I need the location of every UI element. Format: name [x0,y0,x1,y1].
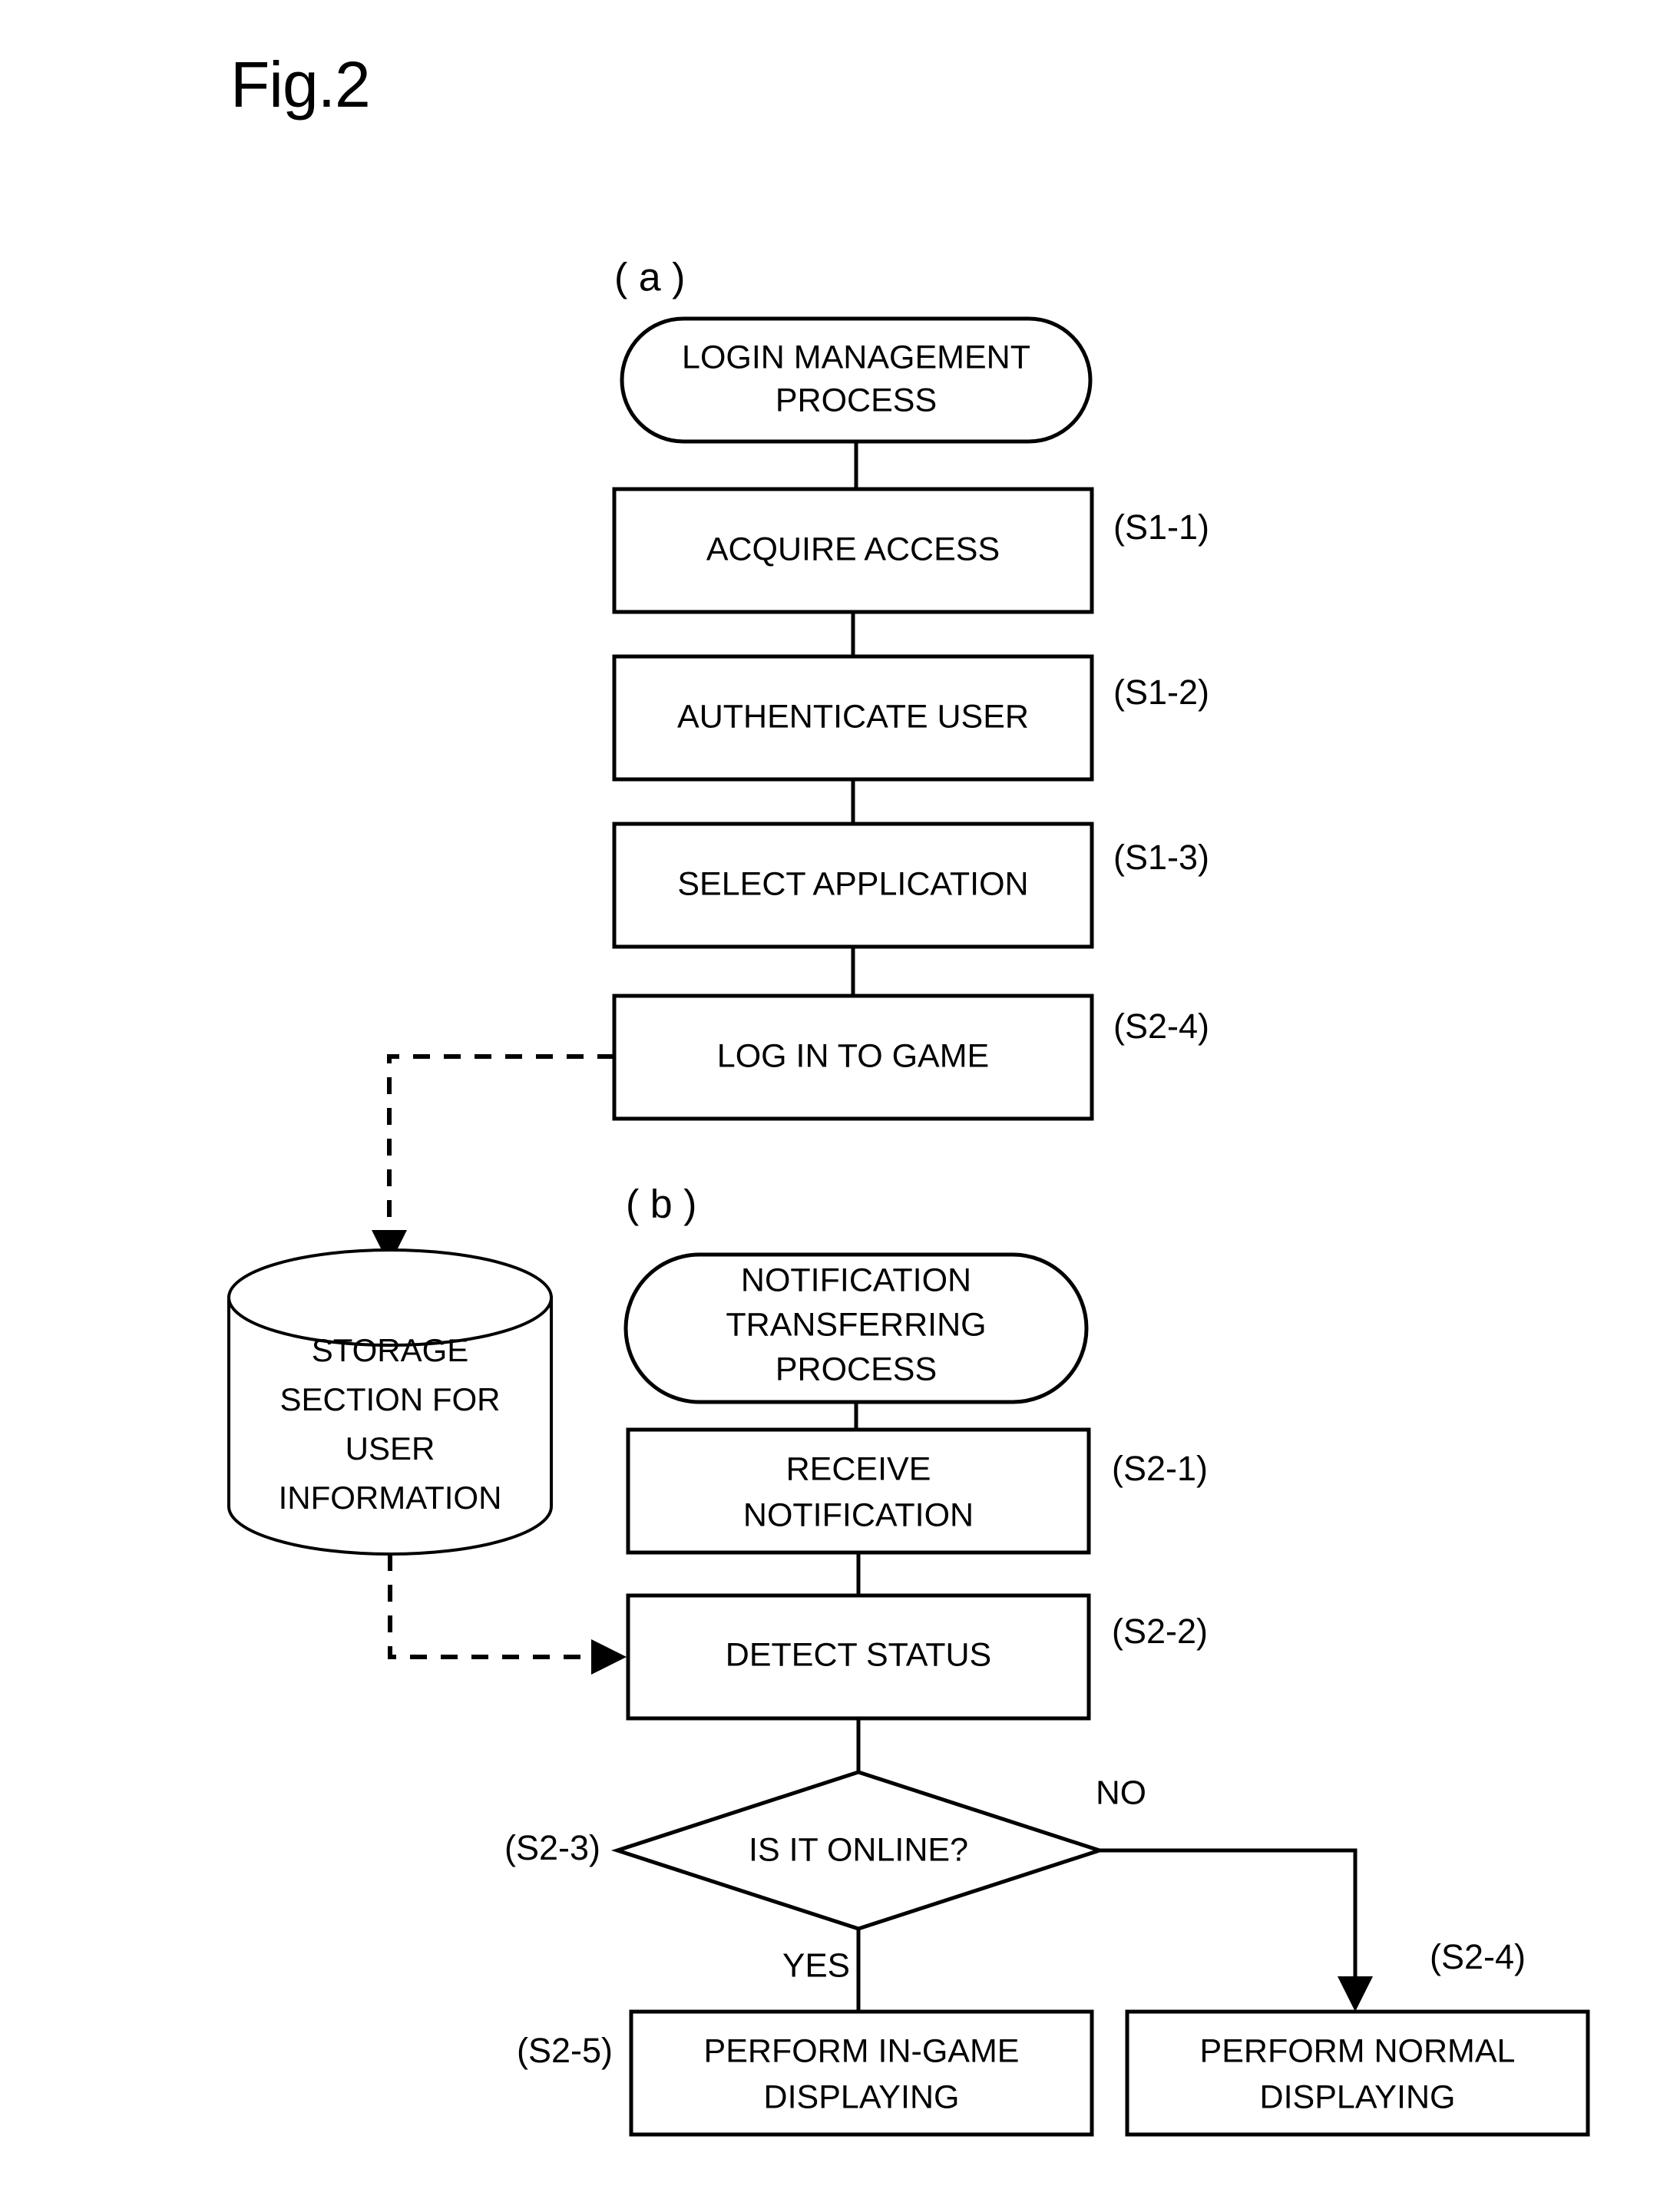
process-box-receive-notification [626,1427,1091,1555]
process-label-receive-notification-line1: RECEIVE [786,1450,931,1487]
branch-label-yes: YES [782,1947,850,1985]
dashed-link-storage-to-detect-status [388,1554,607,1659]
step-tag-s2-5: (S2-5) [517,2031,613,2070]
datastore-label-line3: USER [346,1430,435,1467]
datastore-label-line2: SECTION FOR [279,1381,500,1417]
step-tag-s2-2: (S2-2) [1112,1612,1208,1651]
terminator-notification-line1: NOTIFICATION [741,1262,971,1298]
flowchart-svg: ( a ) LOGIN MANAGEMENT PROCESS ACQUIRE A… [227,256,1590,2137]
connector-no-branch [1100,1848,1358,1990]
terminator-login-management-line2: PROCESS [776,382,937,418]
datastore-cylinder-top [227,1248,553,1347]
step-tag-s2-4-login: (S2-4) [1113,1007,1209,1046]
terminator-login-management-process [620,316,1093,444]
process-label-receive-notification-line2: NOTIFICATION [743,1496,974,1533]
step-tag-s1-2: (S1-2) [1113,673,1209,712]
arrowhead-storage-to-detect-status [591,1639,627,1675]
step-tag-s2-1: (S2-1) [1112,1449,1208,1488]
process-label-detect-status: DETECT STATUS [726,1636,991,1673]
step-tag-s1-1: (S1-1) [1113,508,1209,547]
process-label-perform-in-game-line1: PERFORM IN-GAME [704,2032,1020,2069]
dashed-link-login-to-storage [387,1054,614,1245]
process-box-perform-in-game-displaying [629,2009,1094,2137]
process-label-authenticate-user: AUTHENTICATE USER [677,698,1029,735]
terminator-login-management-line1: LOGIN MANAGEMENT [682,339,1030,375]
patent-figure: Fig.2 ( a ) LOGIN MANAGEMENT PROCESS ACQ… [0,0,1680,2199]
process-label-perform-in-game-line2: DISPLAYING [764,2078,960,2115]
section-a-tag: ( a ) [614,256,685,300]
arrowhead-no-branch [1338,1976,1373,2012]
step-tag-s2-4-normal: (S2-4) [1430,1937,1526,1976]
process-label-log-in-to-game: LOG IN TO GAME [717,1037,989,1074]
process-label-select-application: SELECT APPLICATION [677,865,1028,902]
process-label-acquire-access: ACQUIRE ACCESS [706,531,1000,567]
section-b-tag: ( b ) [626,1182,696,1227]
process-label-perform-normal-line1: PERFORM NORMAL [1200,2032,1516,2069]
branch-label-no: NO [1096,1774,1146,1812]
decision-label-is-it-online: IS IT ONLINE? [749,1831,968,1868]
datastore-label-line1: STORAGE [312,1332,469,1368]
terminator-notification-line3: PROCESS [776,1351,937,1387]
step-tag-s2-3: (S2-3) [504,1828,600,1867]
step-tag-s1-3: (S1-3) [1113,838,1209,877]
process-box-perform-normal-displaying [1125,2009,1590,2137]
datastore-label-line4: INFORMATION [279,1480,502,1516]
terminator-notification-line2: TRANSFERRING [726,1306,986,1343]
process-label-perform-normal-line2: DISPLAYING [1260,2078,1456,2115]
